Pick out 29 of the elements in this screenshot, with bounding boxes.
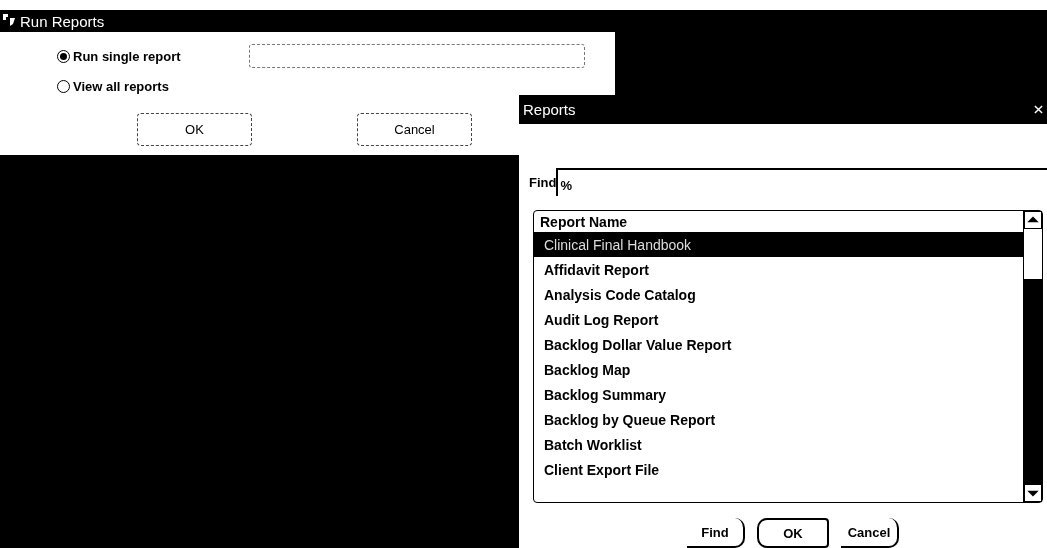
report-row[interactable]: Client Export File [534,457,1023,483]
report-row[interactable]: Clinical Final Handbook [534,232,1023,258]
scroll-up-icon[interactable] [1024,211,1042,230]
radio-option[interactable]: View all reports [57,78,217,94]
scroll-thumb[interactable] [1024,279,1042,484]
report-row[interactable]: Analysis Code Catalog [534,282,1023,308]
report-row[interactable]: Backlog Map [534,357,1023,383]
scroll-down-icon[interactable] [1024,484,1042,502]
app-icon [2,13,18,29]
scrollbar[interactable] [1023,211,1042,502]
dialog-button[interactable]: OK [757,518,829,548]
report-row[interactable]: Affidavit Report [534,257,1023,283]
report-row[interactable]: Audit Log Report [534,307,1023,333]
window-title: Run Reports [20,12,105,30]
report-row[interactable]: Backlog by Queue Report [534,407,1023,433]
report-input[interactable] [249,44,585,68]
radio-option[interactable]: Run single report [57,48,217,64]
report-row[interactable]: Backlog Dollar Value Report [534,332,1023,358]
dialog-button[interactable]: Cancel [841,518,899,548]
find-label: Find [529,174,557,190]
column-header: Report Name [539,213,629,233]
dialog-button[interactable]: OK [137,113,252,146]
dialog-button[interactable]: Cancel [357,113,472,146]
find-field[interactable]: % [556,168,1047,197]
dialog-button[interactable]: Find [687,518,745,548]
report-row[interactable]: Batch Worklist [534,432,1023,458]
dialog-title: Reports [523,101,576,119]
report-row[interactable]: Backlog Summary [534,382,1023,408]
close-icon[interactable] [1034,105,1043,115]
